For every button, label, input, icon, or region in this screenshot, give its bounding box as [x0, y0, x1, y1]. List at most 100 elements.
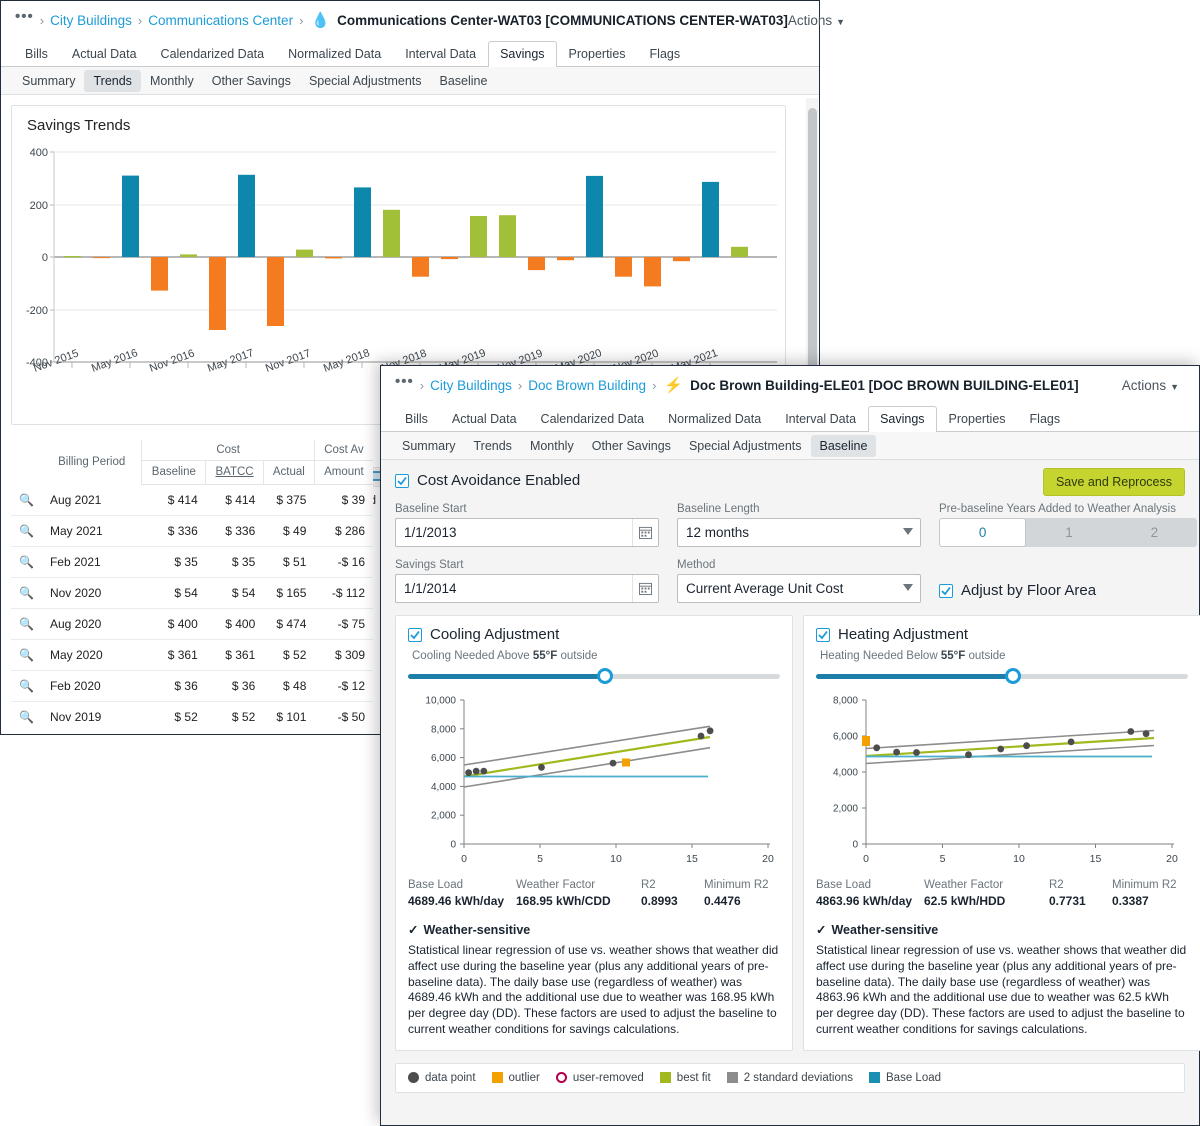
- stat-key: Base Load: [408, 879, 463, 891]
- bills-table-container: Billing Period Cost Cost Av Baseline BAT…: [11, 440, 373, 732]
- method-group: Method Current Average Unit Cost: [677, 559, 921, 603]
- prebaseline-years-segmented-control[interactable]: 0 1 2: [939, 518, 1197, 547]
- savings-start-input[interactable]: [395, 574, 659, 603]
- heating-title-row[interactable]: Heating Adjustment: [816, 626, 1188, 643]
- breadcrumb-link-city-buildings[interactable]: City Buildings: [430, 378, 512, 393]
- row-zoom-icon[interactable]: 🔍: [11, 702, 42, 733]
- table-row[interactable]: 🔍 Feb 2020 $ 36 $ 36 $ 48 -$ 12: [11, 670, 373, 702]
- prebaseline-option-0[interactable]: 0: [939, 518, 1027, 547]
- subtab-trends[interactable]: Trends: [464, 435, 520, 457]
- tab-properties[interactable]: Properties: [557, 41, 638, 67]
- cost-avoidance-checkbox[interactable]: [395, 473, 409, 488]
- tab-interval-data[interactable]: Interval Data: [773, 406, 868, 432]
- svg-text:May 2018: May 2018: [322, 347, 372, 372]
- cooling-regression-chart[interactable]: 10,000 8,000 6,000 4,000 2,000 0 0 5 10 15 20: [408, 686, 780, 866]
- heating-regression-chart[interactable]: 8,000 6,000 4,000 2,000 0 0 5 10 15 20: [816, 686, 1188, 866]
- row-zoom-icon[interactable]: 🔍: [11, 515, 42, 547]
- row-zoom-icon[interactable]: 🔍: [11, 670, 42, 702]
- tab-bills[interactable]: Bills: [13, 41, 60, 67]
- tab-calendarized-data[interactable]: Calendarized Data: [149, 41, 277, 67]
- th-actual[interactable]: Actual: [263, 460, 315, 485]
- table-row[interactable]: 🔍 May 2020 $ 361 $ 361 $ 52 $ 309: [11, 639, 373, 671]
- th-baseline[interactable]: Baseline: [141, 460, 207, 485]
- calendar-icon[interactable]: [632, 519, 658, 546]
- tab-normalized-data[interactable]: Normalized Data: [276, 41, 393, 67]
- actions-menu-button[interactable]: Actions ▼: [1122, 378, 1185, 393]
- table-row[interactable]: 🔍 Aug 2021 $ 414 $ 414 $ 375 $ 39: [11, 484, 373, 516]
- th-billing-period[interactable]: Billing Period: [41, 440, 143, 485]
- subtab-baseline[interactable]: Baseline: [431, 70, 497, 92]
- baseline-length-label: Baseline Length: [677, 503, 760, 515]
- cell-period: Feb 2021: [41, 546, 142, 578]
- table-row[interactable]: 🔍 Aug 2020 $ 400 $ 400 $ 474 -$ 75: [11, 608, 373, 640]
- subtab-summary[interactable]: Summary: [13, 70, 84, 92]
- stat-weather-factor: Weather Factor 62.5 kWh/HDD: [924, 879, 1049, 908]
- tab-flags[interactable]: Flags: [638, 41, 693, 67]
- row-zoom-icon[interactable]: 🔍: [11, 608, 42, 640]
- subtab-other-savings[interactable]: Other Savings: [203, 70, 300, 92]
- overflow-dots-icon[interactable]: •••: [395, 374, 414, 392]
- subtab-trends[interactable]: Trends: [84, 69, 141, 92]
- svg-text:0: 0: [42, 252, 48, 264]
- breadcrumb-link-doc-brown-building[interactable]: Doc Brown Building: [528, 378, 646, 393]
- tab-bills[interactable]: Bills: [393, 406, 440, 432]
- svg-text:5: 5: [537, 853, 543, 865]
- table-row[interactable]: 🔍 Feb 2021 $ 35 $ 35 $ 51 -$ 16: [11, 546, 373, 578]
- stat-key: R2: [641, 879, 656, 891]
- tab-savings[interactable]: Savings: [488, 41, 557, 67]
- tab-flags[interactable]: Flags: [1018, 406, 1073, 432]
- th-batcc[interactable]: BATCC: [205, 460, 264, 485]
- actions-menu-button[interactable]: Actions ▼: [788, 13, 851, 28]
- table-header: Billing Period Cost Cost Av Baseline BAT…: [11, 440, 373, 485]
- tab-interval-data[interactable]: Interval Data: [393, 41, 488, 67]
- tab-properties[interactable]: Properties: [937, 406, 1018, 432]
- tab-actual-data[interactable]: Actual Data: [60, 41, 149, 67]
- cooling-adjustment-checkbox[interactable]: [408, 627, 422, 642]
- cooling-title-row[interactable]: Cooling Adjustment: [408, 626, 780, 643]
- table-row[interactable]: 🔍 May 2021 $ 336 $ 336 $ 49 $ 286: [11, 515, 373, 547]
- heating-threshold-slider[interactable]: [816, 668, 1188, 684]
- svg-text:0: 0: [450, 840, 456, 851]
- heating-adjustment-checkbox[interactable]: [816, 627, 830, 642]
- subtab-other-savings[interactable]: Other Savings: [583, 435, 680, 457]
- adjust-by-floor-area-checkbox[interactable]: [939, 583, 953, 598]
- cooling-threshold-slider[interactable]: [408, 668, 780, 684]
- subtab-special-adjustments[interactable]: Special Adjustments: [680, 435, 811, 457]
- table-row[interactable]: 🔍 Nov 2020 $ 54 $ 54 $ 165 -$ 112: [11, 577, 373, 609]
- subtab-special-adjustments[interactable]: Special Adjustments: [300, 70, 431, 92]
- row-zoom-icon[interactable]: 🔍: [11, 577, 42, 609]
- th-amount[interactable]: Amount: [314, 460, 373, 485]
- breadcrumb-link-city-buildings[interactable]: City Buildings: [50, 13, 132, 28]
- calendar-icon[interactable]: [632, 575, 658, 602]
- lightning-bolt-icon: ⚡: [664, 376, 684, 394]
- tab-savings[interactable]: Savings: [868, 406, 937, 432]
- method-select[interactable]: Current Average Unit Cost: [677, 574, 921, 603]
- save-and-reprocess-button[interactable]: Save and Reprocess: [1042, 468, 1185, 496]
- row-zoom-icon[interactable]: 🔍: [11, 639, 42, 671]
- table-row[interactable]: 🔍 Nov 2019 $ 52 $ 52 $ 101 -$ 50: [11, 702, 373, 733]
- row-zoom-icon[interactable]: 🔍: [11, 546, 42, 578]
- baseline-start-input[interactable]: [395, 518, 659, 547]
- row-zoom-icon[interactable]: 🔍: [11, 484, 42, 516]
- cell-amount: -$ 16: [314, 546, 373, 578]
- slider-handle[interactable]: [597, 668, 614, 684]
- breadcrumb-link-communications-center[interactable]: Communications Center: [148, 13, 293, 28]
- adjust-by-floor-area-row[interactable]: Adjust by Floor Area: [939, 578, 1197, 603]
- subtab-monthly[interactable]: Monthly: [521, 435, 583, 457]
- stat-key: Minimum R2: [704, 879, 769, 891]
- svg-text:May 2016: May 2016: [90, 347, 140, 372]
- tab-normalized-data[interactable]: Normalized Data: [656, 406, 773, 432]
- tab-calendarized-data[interactable]: Calendarized Data: [529, 406, 657, 432]
- overflow-dots-icon[interactable]: •••: [15, 9, 34, 27]
- scrollbar-thumb[interactable]: [808, 108, 817, 408]
- prebaseline-option-1[interactable]: 1: [1026, 518, 1111, 547]
- subtab-monthly[interactable]: Monthly: [141, 70, 203, 92]
- legend-item-best-fit: best fit: [659, 1072, 711, 1084]
- subtab-summary[interactable]: Summary: [393, 435, 464, 457]
- slider-handle[interactable]: [1005, 668, 1022, 684]
- subtab-baseline[interactable]: Baseline: [810, 434, 877, 457]
- baseline-length-select[interactable]: 12 months: [677, 518, 921, 547]
- tab-actual-data[interactable]: Actual Data: [440, 406, 529, 432]
- savings-trends-chart[interactable]: 400 200 0 -200 -400 Nov 2015 May 2016 No…: [12, 142, 787, 372]
- prebaseline-option-2[interactable]: 2: [1112, 518, 1197, 547]
